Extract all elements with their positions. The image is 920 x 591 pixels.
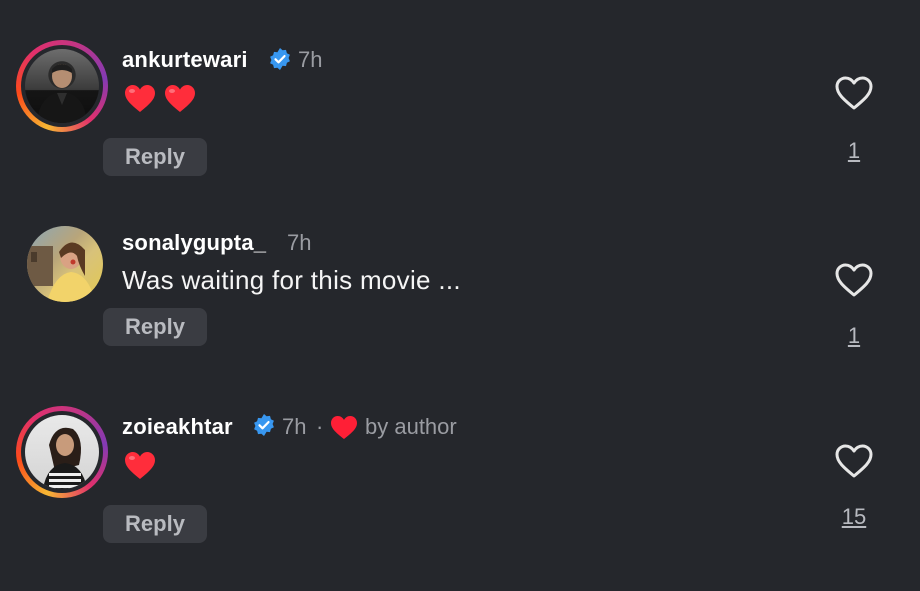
liked-by-author-label: by author: [365, 414, 457, 439]
comment-item: zoieakhtar 7h · by author Reply 15: [0, 0, 920, 591]
avatar[interactable]: [16, 406, 108, 498]
heart-like-icon[interactable]: [834, 443, 874, 479]
author-liked-heart-icon: [331, 416, 357, 439]
comment-username[interactable]: zoieakhtar: [122, 414, 233, 440]
meta-separator: ·: [316, 414, 324, 439]
reply-button[interactable]: Reply: [103, 505, 207, 543]
comment-time: 7h: [282, 414, 307, 439]
like-count[interactable]: 15: [824, 504, 884, 530]
red-heart-emoji: [125, 452, 155, 479]
verified-badge-icon: [254, 414, 274, 436]
